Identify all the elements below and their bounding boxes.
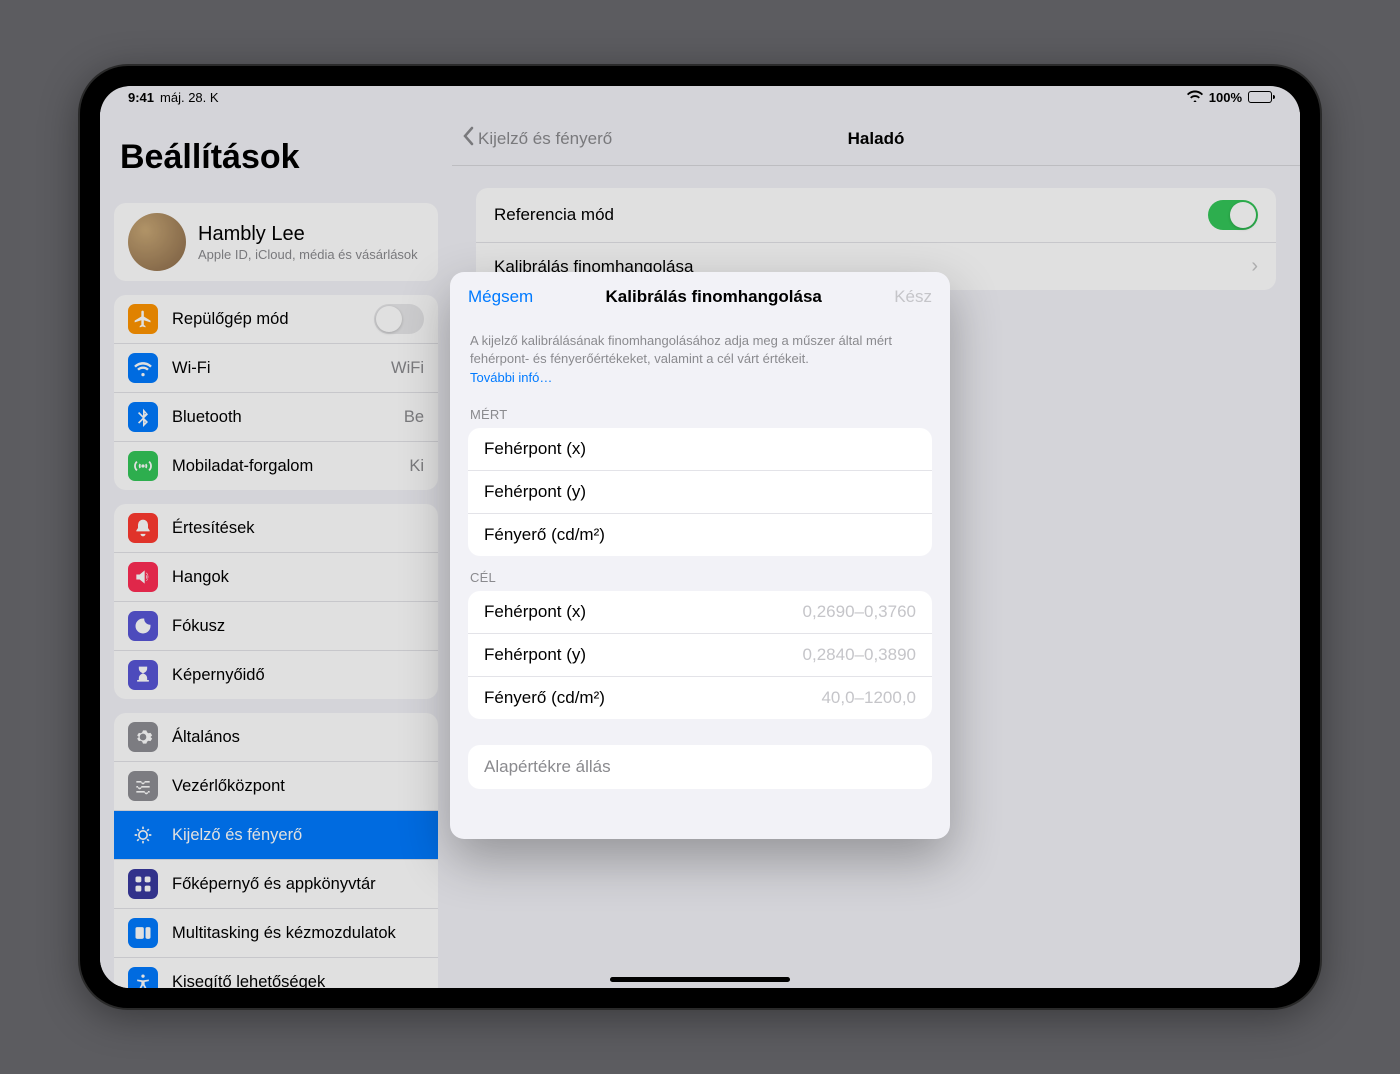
ipad-screen: 9:41 máj. 28. K 100% Beállítások	[100, 86, 1300, 988]
home-indicator[interactable]	[610, 977, 790, 982]
sheet-description: A kijelző kalibrálásának finomhangolásáh…	[468, 322, 932, 368]
done-button[interactable]: Kész	[894, 287, 932, 307]
measured-wx-row[interactable]: Fehérpont (x)	[468, 428, 932, 471]
target-wx-placeholder: 0,2690–0,3760	[803, 602, 916, 622]
measured-lum-row[interactable]: Fényerő (cd/m²)	[468, 514, 932, 556]
target-wy-placeholder: 0,2840–0,3890	[803, 645, 916, 665]
measured-lum-label: Fényerő (cd/m²)	[484, 525, 605, 545]
measured-group: Fehérpont (x) Fehérpont (y) Fényerő (cd/…	[468, 428, 932, 556]
target-lum-label: Fényerő (cd/m²)	[484, 688, 605, 708]
target-wy-row[interactable]: Fehérpont (y) 0,2840–0,3890	[468, 634, 932, 677]
target-section-label: CÉL	[468, 556, 932, 591]
target-lum-row[interactable]: Fényerő (cd/m²) 40,0–1200,0	[468, 677, 932, 719]
reset-group: Alapértékre állás	[468, 745, 932, 789]
more-info-link[interactable]: További infó…	[468, 368, 932, 393]
sheet-title: Kalibrálás finomhangolása	[606, 287, 822, 307]
sheet-header: Mégsem Kalibrálás finomhangolása Kész	[450, 272, 950, 322]
measured-wx-label: Fehérpont (x)	[484, 439, 586, 459]
reset-button[interactable]: Alapértékre állás	[468, 745, 932, 789]
target-wx-row[interactable]: Fehérpont (x) 0,2690–0,3760	[468, 591, 932, 634]
target-wy-label: Fehérpont (y)	[484, 645, 586, 665]
cancel-button[interactable]: Mégsem	[468, 287, 533, 307]
measured-wy-row[interactable]: Fehérpont (y)	[468, 471, 932, 514]
measured-wy-label: Fehérpont (y)	[484, 482, 586, 502]
target-lum-placeholder: 40,0–1200,0	[821, 688, 916, 708]
measured-section-label: MÉRT	[468, 393, 932, 428]
target-wx-label: Fehérpont (x)	[484, 602, 586, 622]
target-group: Fehérpont (x) 0,2690–0,3760 Fehérpont (y…	[468, 591, 932, 719]
calibration-sheet: Mégsem Kalibrálás finomhangolása Kész A …	[450, 272, 950, 839]
ipad-frame: 9:41 máj. 28. K 100% Beállítások	[80, 66, 1320, 1008]
